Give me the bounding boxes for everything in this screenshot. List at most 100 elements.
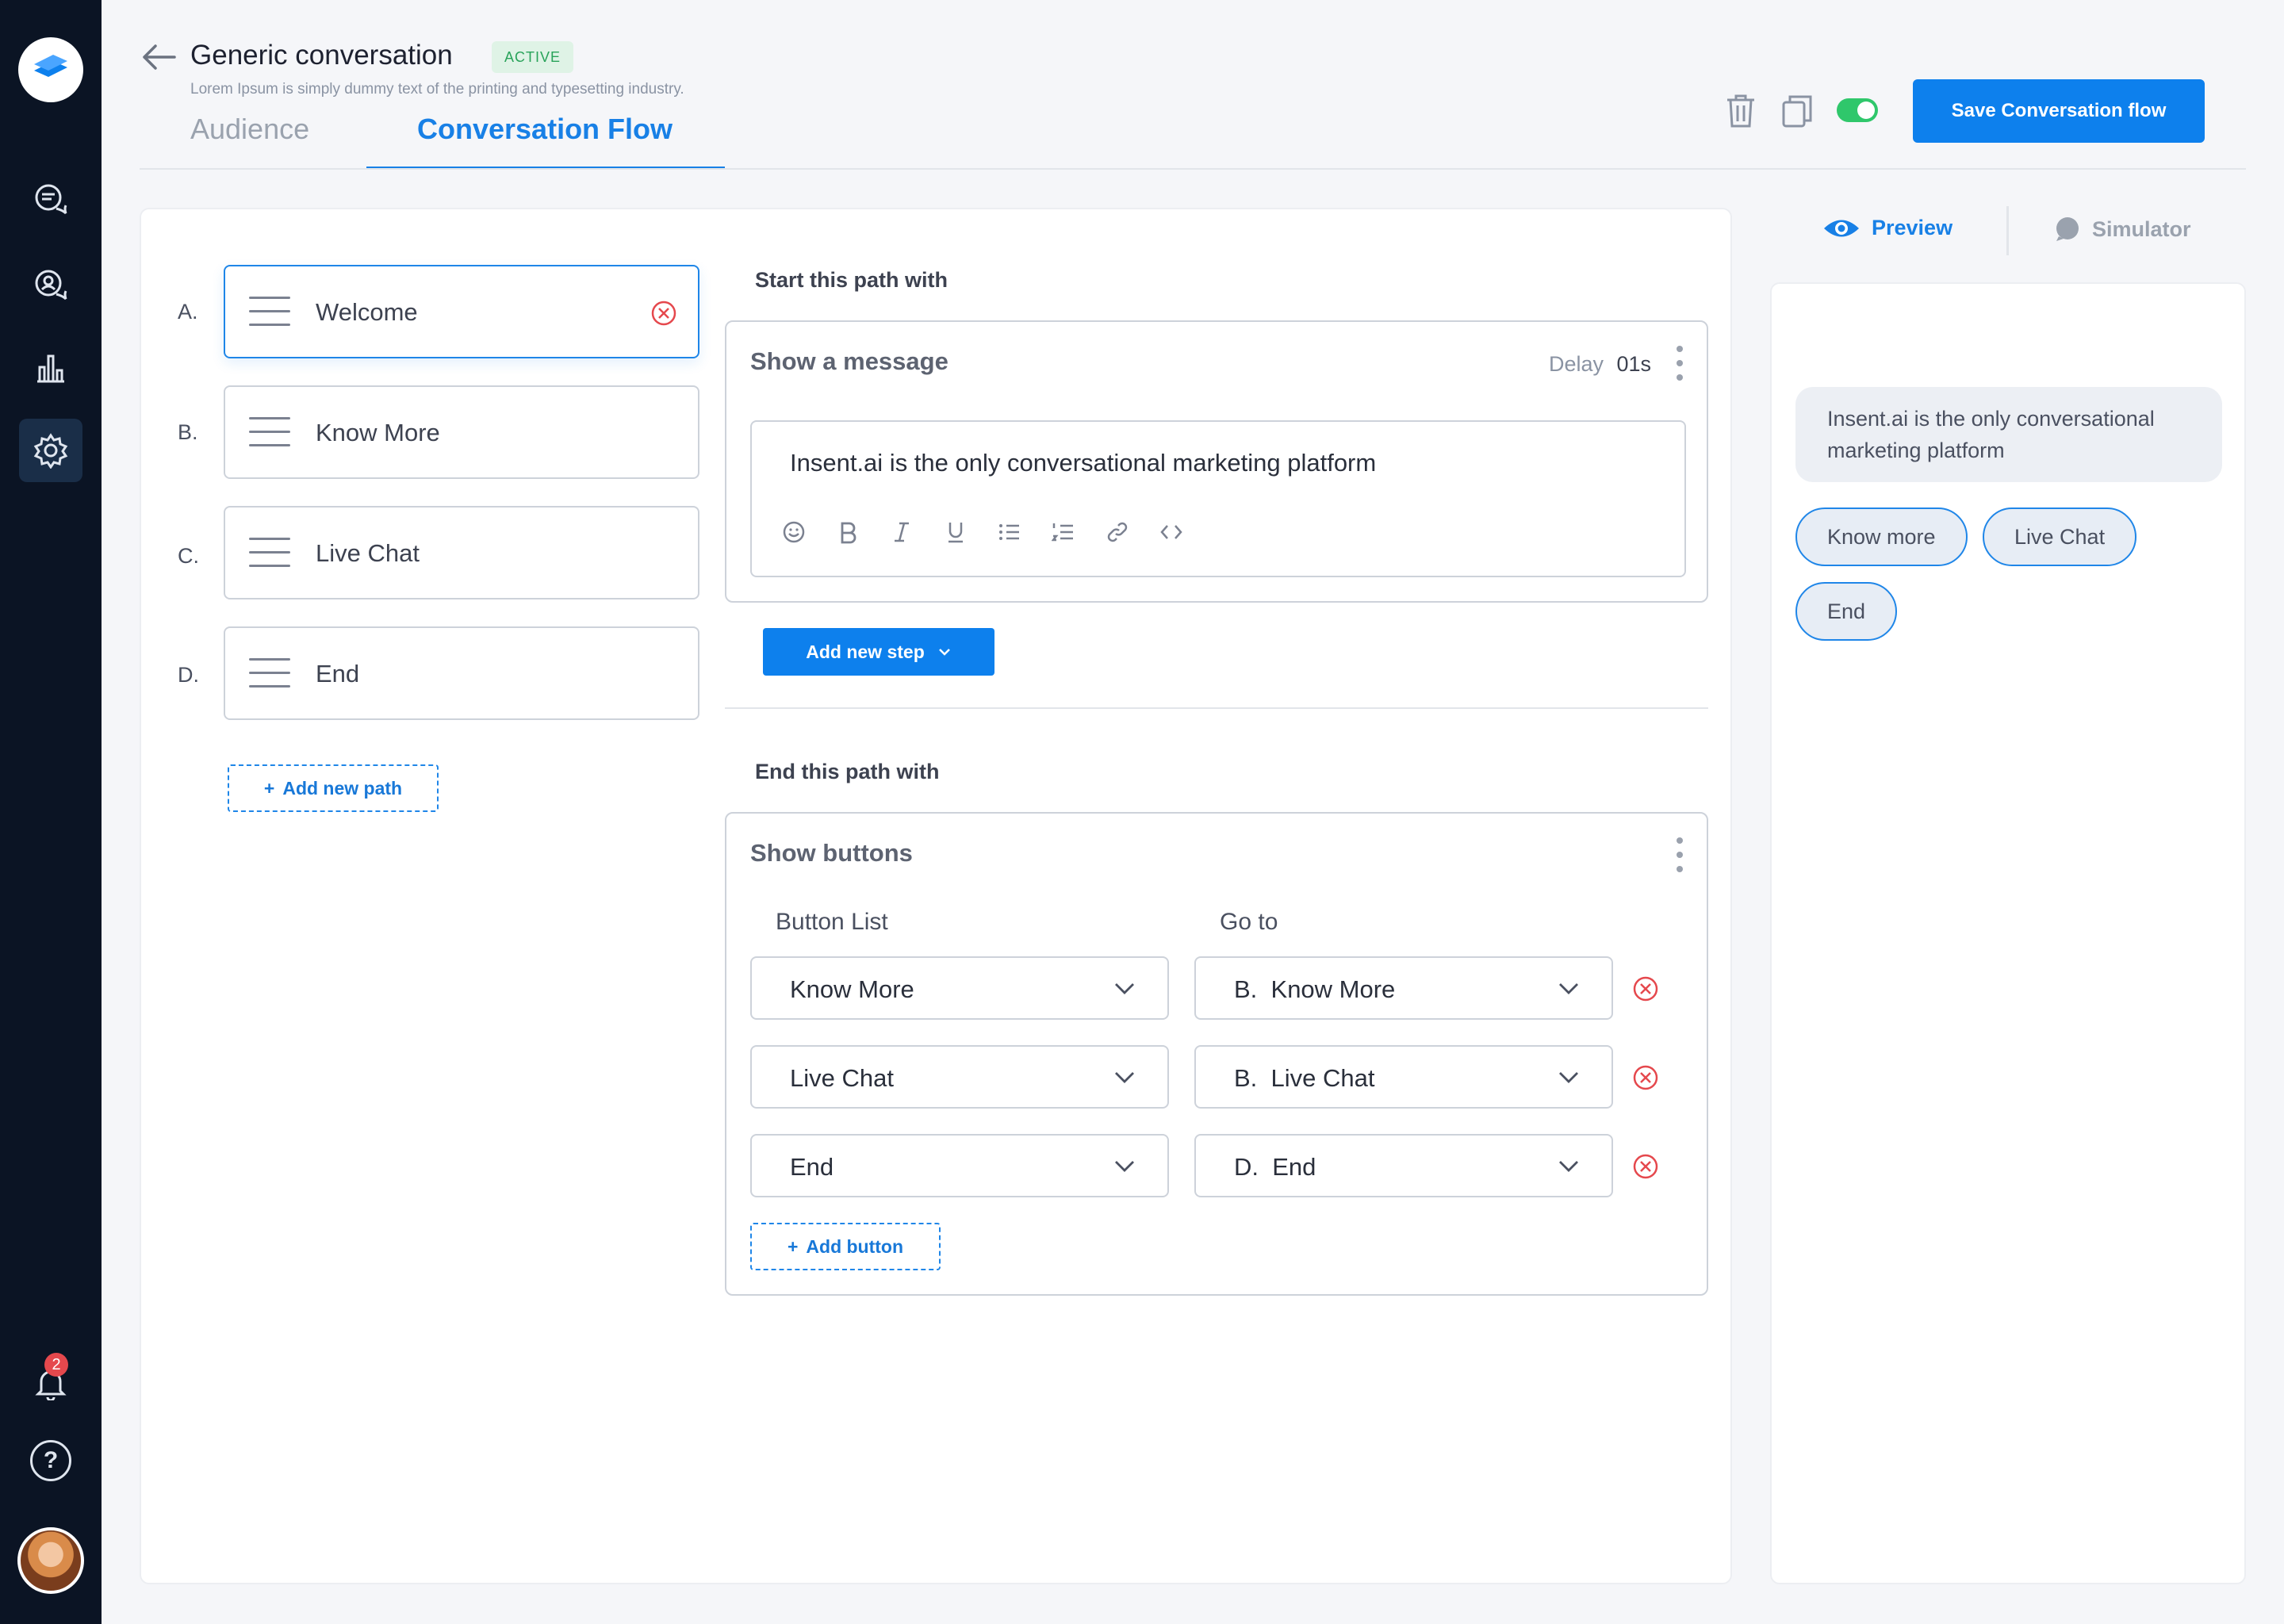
delay-value[interactable]: 01s	[1616, 352, 1651, 377]
chevron-down-icon	[1558, 980, 1580, 996]
section-divider	[725, 707, 1708, 709]
add-step-label: Add new step	[806, 642, 925, 663]
gear-icon	[33, 432, 69, 469]
back-arrow-icon[interactable]	[141, 43, 176, 71]
numbered-list-icon[interactable]	[1052, 520, 1075, 544]
preview-button-end[interactable]: End	[1795, 582, 1897, 641]
preview-panel: Insent.ai is the only conversational mar…	[1770, 282, 2246, 1584]
sidebar-item-agents[interactable]	[19, 254, 82, 317]
goto-select-value: B. Live Chat	[1234, 1064, 1374, 1093]
path-item-know-more[interactable]: Know More	[224, 385, 699, 479]
link-icon[interactable]	[1106, 520, 1129, 544]
button-select[interactable]: Know More	[750, 956, 1169, 1020]
drag-handle-icon[interactable]	[249, 297, 290, 327]
add-path-label: Add new path	[282, 778, 402, 799]
help-icon: ?	[44, 1447, 58, 1474]
remove-path-icon[interactable]	[650, 300, 677, 327]
remove-row-icon[interactable]	[1632, 1064, 1659, 1091]
underline-icon[interactable]	[944, 520, 968, 544]
chat-bubbles-icon	[33, 182, 69, 218]
chevron-down-icon	[1558, 1069, 1580, 1085]
delay-label: Delay	[1549, 352, 1604, 377]
notification-count-badge: 2	[44, 1353, 68, 1377]
chevron-down-icon	[1113, 980, 1136, 996]
remove-row-icon[interactable]	[1632, 1153, 1659, 1180]
button-select-value: Live Chat	[790, 1064, 894, 1093]
tab-conversation-flow[interactable]: Conversation Flow	[417, 113, 673, 146]
simulator-tab-label: Simulator	[2092, 217, 2191, 242]
chevron-down-icon	[1558, 1158, 1580, 1174]
bold-icon[interactable]	[836, 520, 860, 544]
path-letter: D.	[178, 663, 199, 688]
button-select-value: Know More	[790, 975, 914, 1004]
preview-tab-label: Preview	[1872, 216, 1953, 240]
add-new-path-button[interactable]: + Add new path	[228, 764, 439, 812]
path-label: Welcome	[316, 298, 418, 327]
drag-handle-icon[interactable]	[249, 538, 290, 568]
active-toggle[interactable]	[1837, 98, 1878, 122]
chevron-down-icon	[1113, 1158, 1136, 1174]
goto-select[interactable]: D. End	[1194, 1134, 1613, 1197]
show-message-step: Show a message Delay 01s Insent.ai is th…	[725, 320, 1708, 603]
path-label: Know More	[316, 419, 440, 447]
goto-select-value: D. End	[1234, 1153, 1316, 1182]
message-editor[interactable]: Insent.ai is the only conversational mar…	[750, 420, 1686, 577]
copy-icon[interactable]	[1781, 94, 1813, 128]
sidebar-item-conversations[interactable]	[19, 168, 82, 232]
eye-icon	[1822, 216, 1861, 240]
trash-icon[interactable]	[1726, 94, 1756, 128]
preview-message-bubble: Insent.ai is the only conversational mar…	[1795, 387, 2222, 482]
path-letter: A.	[178, 300, 198, 324]
page-title: Generic conversation	[190, 40, 453, 71]
go-to-header: Go to	[1220, 909, 1278, 936]
path-item-end[interactable]: End	[224, 626, 699, 720]
save-conversation-flow-button[interactable]: Save Conversation flow	[1913, 79, 2205, 143]
path-item-welcome[interactable]: Welcome	[224, 265, 699, 358]
button-list-header: Button List	[776, 909, 888, 936]
sidebar-item-analytics[interactable]	[19, 336, 82, 400]
tab-audience[interactable]: Audience	[190, 113, 309, 146]
bar-chart-icon	[33, 350, 69, 386]
button-select[interactable]: Live Chat	[750, 1045, 1169, 1109]
header-divider	[140, 168, 2246, 170]
italic-icon[interactable]	[890, 520, 914, 544]
tab-separator	[2006, 206, 2009, 255]
goto-select[interactable]: B. Live Chat	[1194, 1045, 1613, 1109]
step-title: Show a message	[750, 347, 948, 376]
chat-bubble-icon	[2054, 216, 2081, 243]
step-title: Show buttons	[750, 839, 913, 868]
path-label: End	[316, 660, 359, 688]
plus-icon: +	[264, 778, 274, 799]
path-letter: B.	[178, 420, 198, 445]
page-subtitle: Lorem Ipsum is simply dummy text of the …	[190, 81, 684, 98]
step-options-icon[interactable]	[1677, 837, 1683, 872]
drag-handle-icon[interactable]	[249, 417, 290, 447]
plus-icon: +	[788, 1236, 798, 1258]
remove-row-icon[interactable]	[1632, 975, 1659, 1002]
path-item-live-chat[interactable]: Live Chat	[224, 506, 699, 599]
bullet-list-icon[interactable]	[998, 520, 1021, 544]
help-button[interactable]: ?	[30, 1440, 71, 1481]
sidebar: 2 ?	[0, 0, 102, 1624]
button-select[interactable]: End	[750, 1134, 1169, 1197]
add-button-button[interactable]: + Add button	[750, 1223, 941, 1270]
end-section-title: End this path with	[755, 760, 939, 784]
tab-preview[interactable]: Preview	[1822, 216, 1953, 240]
add-new-step-button[interactable]: Add new step	[763, 628, 994, 676]
goto-select[interactable]: B. Know More	[1194, 956, 1613, 1020]
message-text[interactable]: Insent.ai is the only conversational mar…	[790, 449, 1376, 477]
start-section-title: Start this path with	[755, 268, 948, 293]
user-avatar[interactable]	[17, 1527, 84, 1594]
preview-button-live-chat[interactable]: Live Chat	[1983, 508, 2136, 566]
preview-button-know-more[interactable]: Know more	[1795, 508, 1968, 566]
sidebar-item-settings[interactable]	[19, 419, 82, 482]
tab-simulator[interactable]: Simulator	[2054, 216, 2191, 243]
app-logo[interactable]	[18, 37, 83, 102]
drag-handle-icon[interactable]	[249, 658, 290, 688]
goto-select-value: B. Know More	[1234, 975, 1395, 1004]
chevron-down-icon	[937, 647, 952, 657]
step-options-icon[interactable]	[1677, 346, 1683, 381]
status-badge: ACTIVE	[492, 41, 573, 73]
code-icon[interactable]	[1159, 520, 1183, 544]
emoji-icon[interactable]	[782, 520, 806, 544]
